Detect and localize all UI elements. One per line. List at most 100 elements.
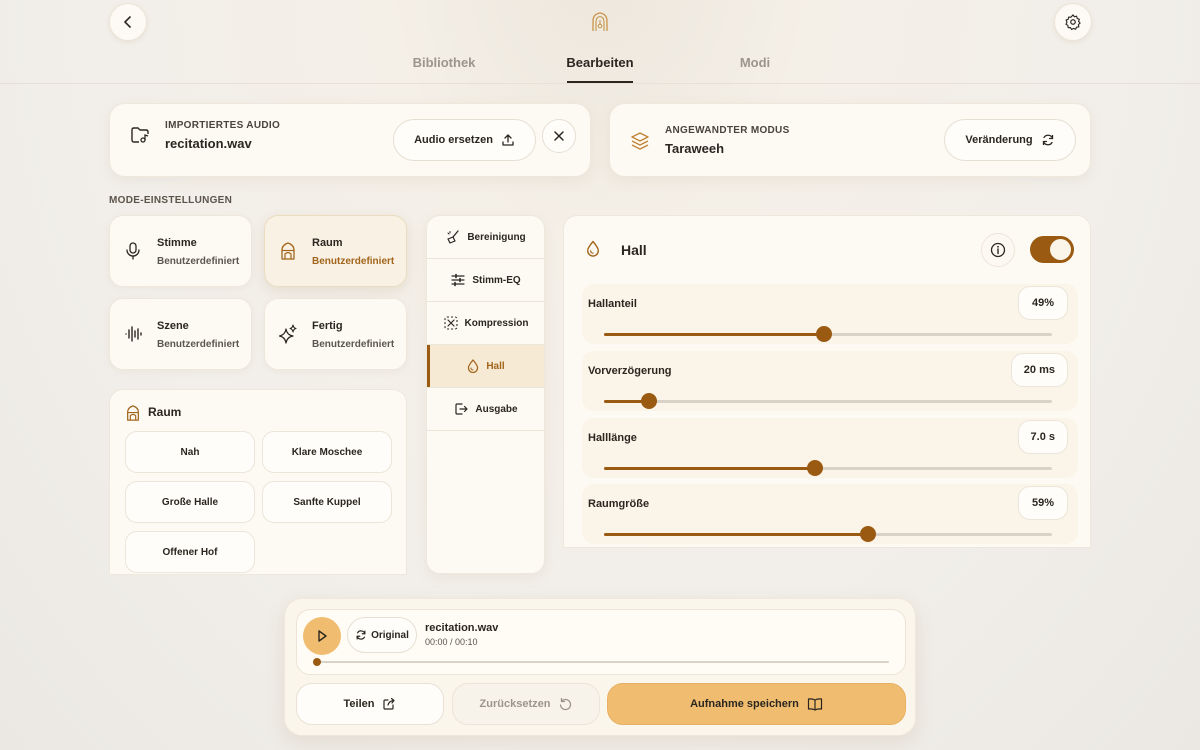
mode-tile-title: Stimme — [157, 237, 197, 249]
room-presets-panel: Raum Nah Klare Moschee Große Halle Sanft… — [109, 389, 407, 575]
param-value[interactable]: 49% — [1018, 286, 1068, 320]
close-icon — [553, 130, 565, 142]
broom-icon — [446, 230, 460, 244]
param-label: Halllänge — [588, 432, 637, 444]
sliders-icon — [451, 273, 465, 287]
mode-tile-fertig[interactable]: Fertig Benutzerdefiniert — [264, 298, 407, 370]
section-label: Bereinigung — [467, 231, 526, 243]
change-mode-button[interactable]: Veränderung — [944, 119, 1076, 161]
param-value[interactable]: 20 ms — [1010, 353, 1068, 387]
mode-tile-szene[interactable]: Szene Benutzerdefiniert — [109, 298, 252, 370]
param-label: Raumgröße — [588, 498, 650, 510]
mode-tile-stimme[interactable]: Stimme Benutzerdefiniert — [109, 215, 252, 287]
tab-modi[interactable]: Modi — [740, 55, 770, 82]
hall-info-button[interactable] — [981, 233, 1015, 267]
hall-title: Hall — [621, 242, 647, 258]
share-label: Teilen — [343, 698, 375, 710]
param-vorverzoegerung: Vorverzögerung 20 ms — [582, 351, 1078, 411]
mode-tile-subtitle: Benutzerdefiniert — [157, 339, 240, 350]
waveform-icon — [124, 324, 142, 344]
applied-mode-card: ANGEWANDTER MODUS Taraweeh Veränderung — [609, 103, 1091, 177]
replace-audio-label: Audio ersetzen — [414, 134, 493, 146]
settings-button[interactable] — [1054, 3, 1092, 41]
param-hallanteil: Hallanteil 49% — [582, 284, 1078, 344]
tab-bar: Bibliothek Bearbeiten Modi — [0, 52, 1200, 84]
save-label: Aufnahme speichern — [690, 698, 799, 710]
mode-tile-subtitle: Benutzerdefiniert — [157, 256, 240, 267]
playback-progress-bar[interactable] — [313, 658, 889, 666]
room-preset-sanfte-kuppel[interactable]: Sanfte Kuppel — [262, 481, 392, 523]
section-label: Kompression — [464, 317, 529, 329]
mode-tile-subtitle: Benutzerdefiniert — [312, 339, 395, 350]
section-label: Hall — [486, 360, 505, 372]
remove-audio-button[interactable] — [542, 119, 576, 153]
change-mode-label: Veränderung — [965, 134, 1033, 146]
effect-section-list: Bereinigung Stimm-EQ Kompression Hall Au… — [426, 215, 545, 574]
original-label: Original — [371, 629, 409, 641]
section-ausgabe[interactable]: Ausgabe — [427, 388, 544, 431]
refresh-icon — [1041, 133, 1055, 147]
section-kompression[interactable]: Kompression — [427, 302, 544, 345]
reset-button[interactable]: Zurücksetzen — [452, 683, 600, 725]
mode-tile-title: Szene — [157, 320, 189, 332]
slider-knob[interactable] — [815, 326, 832, 342]
playback-progress-knob[interactable] — [313, 658, 321, 666]
mode-tile-subtitle: Benutzerdefiniert — [312, 256, 395, 267]
mode-settings-label: MODE-EINSTELLUNGEN — [109, 195, 233, 206]
audio-player: Original recitation.wav 00:00 / 00:10 Te… — [284, 598, 916, 736]
refresh-icon — [355, 629, 367, 641]
sparkles-icon — [279, 324, 297, 344]
drop-icon — [467, 359, 479, 373]
back-button[interactable] — [109, 3, 147, 41]
section-bereinigung[interactable]: Bereinigung — [427, 216, 544, 259]
tab-bibliothek[interactable]: Bibliothek — [413, 55, 476, 82]
raumgroesse-slider[interactable] — [604, 526, 1052, 542]
share-icon — [382, 697, 396, 711]
room-preset-klare-moschee[interactable]: Klare Moschee — [262, 431, 392, 473]
slider-knob[interactable] — [640, 393, 657, 409]
hall-enable-toggle[interactable] — [1030, 236, 1074, 263]
slider-knob[interactable] — [860, 526, 877, 542]
share-button[interactable]: Teilen — [296, 683, 444, 725]
play-button[interactable] — [303, 617, 341, 655]
microphone-icon — [124, 241, 142, 261]
section-hall[interactable]: Hall — [427, 345, 544, 388]
slider-fill — [604, 533, 869, 536]
param-halllaenge: Halllänge 7.0 s — [582, 418, 1078, 478]
save-recording-button[interactable]: Aufnahme speichern — [607, 683, 906, 725]
original-toggle-button[interactable]: Original — [347, 617, 417, 653]
vorverzoegerung-slider[interactable] — [604, 393, 1052, 409]
imported-audio-filename: recitation.wav — [165, 136, 252, 151]
room-preset-grosse-halle[interactable]: Große Halle — [125, 481, 255, 523]
toggle-knob — [1050, 239, 1071, 260]
imported-audio-label: IMPORTIERTES AUDIO — [165, 120, 281, 131]
slider-knob[interactable] — [806, 460, 823, 476]
section-label: Stimm-EQ — [472, 274, 521, 286]
export-icon — [454, 402, 468, 416]
applied-mode-label: ANGEWANDTER MODUS — [665, 125, 790, 136]
mode-tile-title: Fertig — [312, 320, 343, 332]
mode-tile-title: Raum — [312, 237, 343, 249]
reset-label: Zurücksetzen — [479, 698, 551, 710]
room-preset-offener-hof[interactable]: Offener Hof — [125, 531, 255, 573]
param-value[interactable]: 59% — [1018, 486, 1068, 520]
param-value[interactable]: 7.0 s — [1017, 420, 1068, 454]
player-track-area: Original recitation.wav 00:00 / 00:10 — [296, 609, 906, 675]
play-icon — [315, 629, 329, 643]
room-panel-title: Raum — [148, 405, 182, 419]
chevron-left-icon — [121, 15, 135, 29]
param-label: Vorverzögerung — [588, 365, 672, 377]
hallanteil-slider[interactable] — [604, 326, 1052, 342]
undo-icon — [558, 697, 572, 711]
halllaenge-slider[interactable] — [604, 460, 1052, 476]
applied-mode-value: Taraweeh — [665, 141, 725, 156]
mode-tile-raum[interactable]: Raum Benutzerdefiniert — [264, 215, 407, 287]
tab-bearbeiten[interactable]: Bearbeiten — [566, 55, 633, 82]
param-raumgroesse: Raumgröße 59% — [582, 484, 1078, 544]
room-preset-nah[interactable]: Nah — [125, 431, 255, 473]
layers-icon — [630, 131, 650, 151]
replace-audio-button[interactable]: Audio ersetzen — [393, 119, 536, 161]
section-stimm-eq[interactable]: Stimm-EQ — [427, 259, 544, 302]
compress-icon — [443, 316, 458, 330]
slider-fill — [604, 333, 824, 336]
